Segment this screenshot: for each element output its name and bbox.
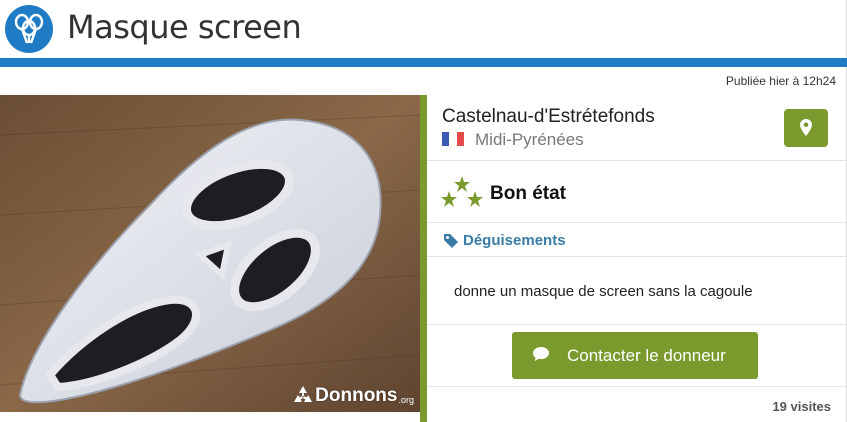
three-stars-icon: [441, 176, 483, 207]
watermark: Donnons .org: [291, 384, 414, 408]
header: Masque screen: [0, 0, 847, 58]
tag-icon: [444, 234, 458, 248]
published-row: Publiée hier à 12h24: [0, 67, 847, 95]
header-divider: [0, 58, 847, 67]
category-row[interactable]: Déguisements: [427, 223, 846, 257]
region: Midi-Pyrénées: [475, 130, 584, 149]
balloons-icon[interactable]: [5, 5, 53, 53]
recycle-icon: [294, 386, 313, 402]
city: Castelnau-d'Estrétefonds: [442, 106, 655, 127]
map-button[interactable]: [784, 109, 828, 147]
watermark-suffix: .org: [398, 395, 414, 405]
page-title: Masque screen: [67, 8, 302, 46]
location-row: Castelnau-d'Estrétefonds Midi-Pyrénées: [427, 95, 846, 161]
contact-button[interactable]: Contacter le donneur: [512, 332, 758, 379]
contact-button-label: Contacter le donneur: [567, 346, 726, 365]
contact-row: Contacter le donneur: [427, 325, 846, 387]
category-link[interactable]: Déguisements: [463, 232, 566, 249]
watermark-name: Donnons: [315, 385, 398, 406]
visit-count: 19 visites: [772, 399, 831, 414]
description-row: donne un masque de screen sans la cagoul…: [427, 257, 846, 325]
france-flag-icon: [442, 132, 464, 146]
accent-strip: [420, 95, 427, 422]
listing-photo[interactable]: Donnons .org: [0, 95, 420, 412]
chat-bubble-icon: [533, 347, 549, 361]
condition-row: Bon état: [427, 161, 846, 223]
listing-details: Castelnau-d'Estrétefonds Midi-Pyrénées B…: [427, 95, 847, 422]
map-pin-icon: [800, 119, 812, 136]
description: donne un masque de screen sans la cagoul…: [454, 283, 753, 300]
condition-label: Bon état: [490, 183, 566, 204]
published-date: Publiée hier à 12h24: [725, 74, 836, 88]
